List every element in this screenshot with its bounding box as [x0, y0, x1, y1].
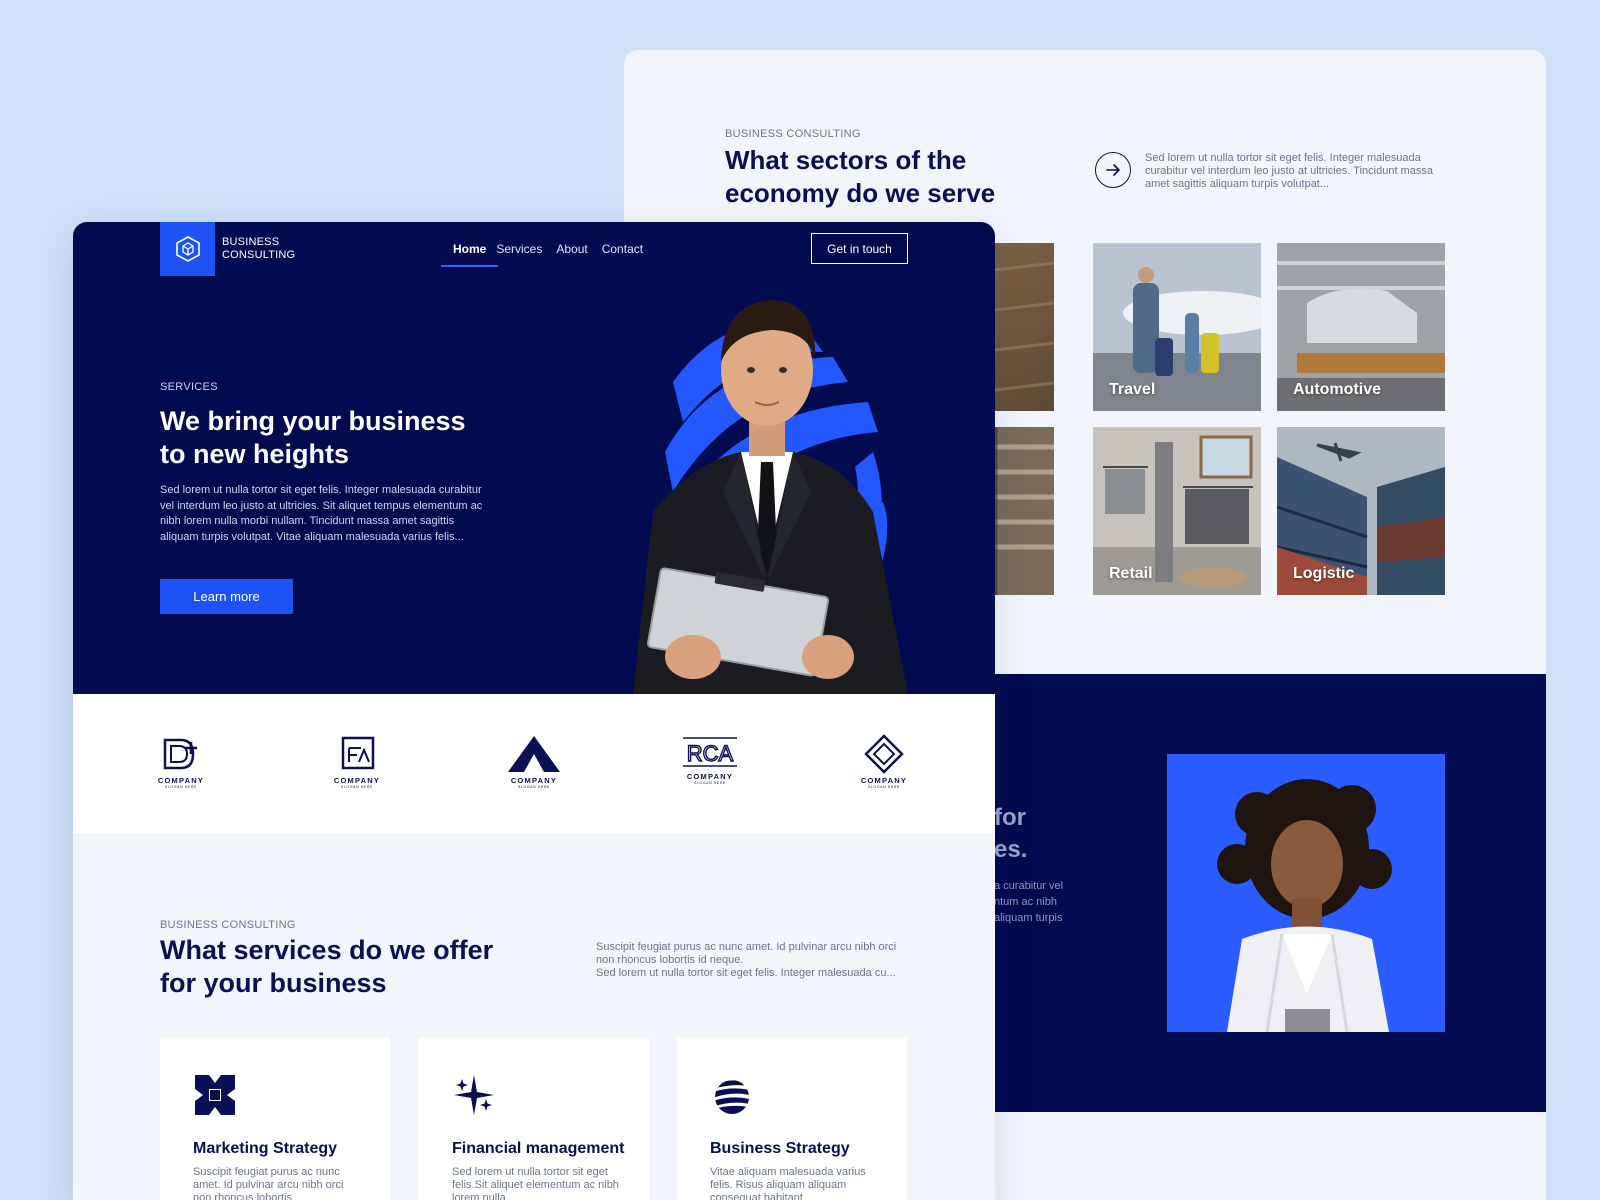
service-title: Financial management — [452, 1140, 625, 1157]
hero-description: Sed lorem ut nulla tortor sit eget felis… — [160, 484, 483, 543]
service-description: Sed lorem ut nulla tortor sit eget felis… — [452, 1166, 619, 1200]
home-page: BUSINESS CONSULTING Home Services About … — [73, 222, 995, 1200]
about-title: for es. — [994, 802, 1027, 866]
cube-icon — [175, 236, 200, 262]
partner-name: COMPANY — [510, 776, 558, 785]
services-title: What services do we offer for your busin… — [160, 935, 494, 998]
service-description: Suscipit feugiat purus ac nunc amet. Id … — [193, 1166, 344, 1200]
service-title: Business Strategy — [710, 1140, 850, 1157]
nav-services[interactable]: Services — [491, 242, 547, 262]
brand-name: BUSINESS CONSULTING — [222, 236, 295, 262]
about-title-line: for — [994, 804, 1026, 831]
sector-tile-logistic[interactable]: Logistic — [1277, 427, 1445, 595]
square-knot-icon — [193, 1073, 237, 1117]
services-section: BUSINESS CONSULTING What services do we … — [73, 833, 995, 1200]
svg-text:RCA: RCA — [687, 741, 734, 766]
hero-section: BUSINESS CONSULTING Home Services About … — [73, 222, 995, 694]
sector-tile-retail[interactable]: Retail — [1093, 427, 1261, 595]
sector-label: Logistic — [1293, 565, 1355, 582]
sectors-title: What sectors of the economy do we serve — [725, 145, 996, 208]
service-title: Marketing Strategy — [193, 1140, 338, 1157]
partner-slogan: SLOGAN HERE — [165, 785, 197, 789]
partner-logo: COMPANY SLOGAN HERE — [844, 734, 924, 794]
nav-home[interactable]: Home — [441, 242, 499, 267]
partner-name: COMPANY — [333, 776, 381, 785]
consultant-photo — [1167, 754, 1445, 1032]
partner-name: COMPANY — [157, 776, 205, 785]
logo[interactable] — [160, 222, 215, 276]
service-card-marketing[interactable]: Marketing Strategy Suscipit feugiat puru… — [160, 1037, 390, 1200]
sector-label: Travel — [1109, 381, 1156, 398]
hero-businessman-image — [573, 262, 953, 694]
partner-logo: COMPANY SLOGAN HERE — [494, 734, 574, 794]
get-in-touch-button[interactable]: Get in touch — [811, 233, 908, 264]
learn-more-button[interactable]: Learn more — [160, 579, 293, 614]
about-description: a curabitur vel ntum ac nibh aliquam tur… — [994, 878, 1063, 926]
about-title-line: es. — [994, 836, 1028, 863]
brand-name-line: BUSINESS — [222, 236, 280, 248]
sector-label: Automotive — [1293, 381, 1381, 398]
services-desc-line: Sed lorem ut nulla tortor sit eget felis… — [596, 967, 896, 979]
partner-name: COMPANY — [686, 772, 734, 781]
hero-eyebrow: SERVICES — [160, 381, 218, 393]
sector-tile-automotive[interactable]: Automotive — [1277, 243, 1445, 411]
partner-logo: COMPANY SLOGAN HERE — [317, 734, 397, 794]
brand-fa-icon — [341, 736, 375, 770]
main-nav: Home Services About Contact — [441, 242, 648, 267]
nav-about[interactable]: About — [551, 242, 592, 262]
service-card-business[interactable]: Business Strategy Vitae aliquam malesuad… — [677, 1037, 907, 1200]
brand-rca-icon: RCA — [683, 737, 737, 767]
brand-diamond-icon — [864, 734, 904, 774]
services-eyebrow: BUSINESS CONSULTING — [160, 919, 296, 931]
about-desc-line: aliquam turpis — [994, 912, 1063, 924]
striped-globe-icon — [710, 1073, 754, 1117]
partner-slogan: SLOGAN HERE — [694, 781, 726, 785]
brand-name-line: CONSULTING — [222, 249, 296, 261]
service-description: Vitae aliquam malesuada varius felis. Ri… — [710, 1166, 866, 1200]
about-desc-line: ntum ac nibh — [994, 896, 1057, 908]
sector-tile-travel[interactable]: Travel — [1093, 243, 1261, 411]
partner-slogan: SLOGAN HERE — [518, 785, 550, 789]
partner-slogan: SLOGAN HERE — [341, 785, 373, 789]
services-description: Suscipit feugiat purus ac nunc amet. Id … — [596, 941, 906, 980]
partner-logo: COMPANY SLOGAN HERE — [141, 734, 221, 794]
partner-slogan: SLOGAN HERE — [868, 785, 900, 789]
partner-logos: COMPANY SLOGAN HERE COMPANY SLOGAN HERE … — [73, 694, 995, 833]
about-desc-line: a curabitur vel — [994, 880, 1064, 892]
sector-label: Retail — [1109, 565, 1153, 582]
brand-triangle-icon — [508, 736, 560, 772]
hero-title: We bring your business to new heights — [160, 406, 466, 469]
services-desc-line: Suscipit feugiat purus ac nunc amet. Id … — [596, 941, 897, 966]
sectors-description: Sed lorem ut nulla tortor sit eget felis… — [1145, 152, 1433, 190]
sparkle-icon — [452, 1073, 496, 1117]
partner-name: COMPANY — [860, 776, 908, 785]
arrow-right-icon[interactable] — [1095, 152, 1131, 188]
partner-logo: RCA COMPANY SLOGAN HERE — [670, 734, 750, 794]
sectors-eyebrow: BUSINESS CONSULTING — [725, 128, 861, 140]
service-card-financial[interactable]: Financial management Sed lorem ut nulla … — [419, 1037, 649, 1200]
nav-contact[interactable]: Contact — [597, 242, 648, 262]
brand-d-plus-icon — [163, 738, 197, 770]
